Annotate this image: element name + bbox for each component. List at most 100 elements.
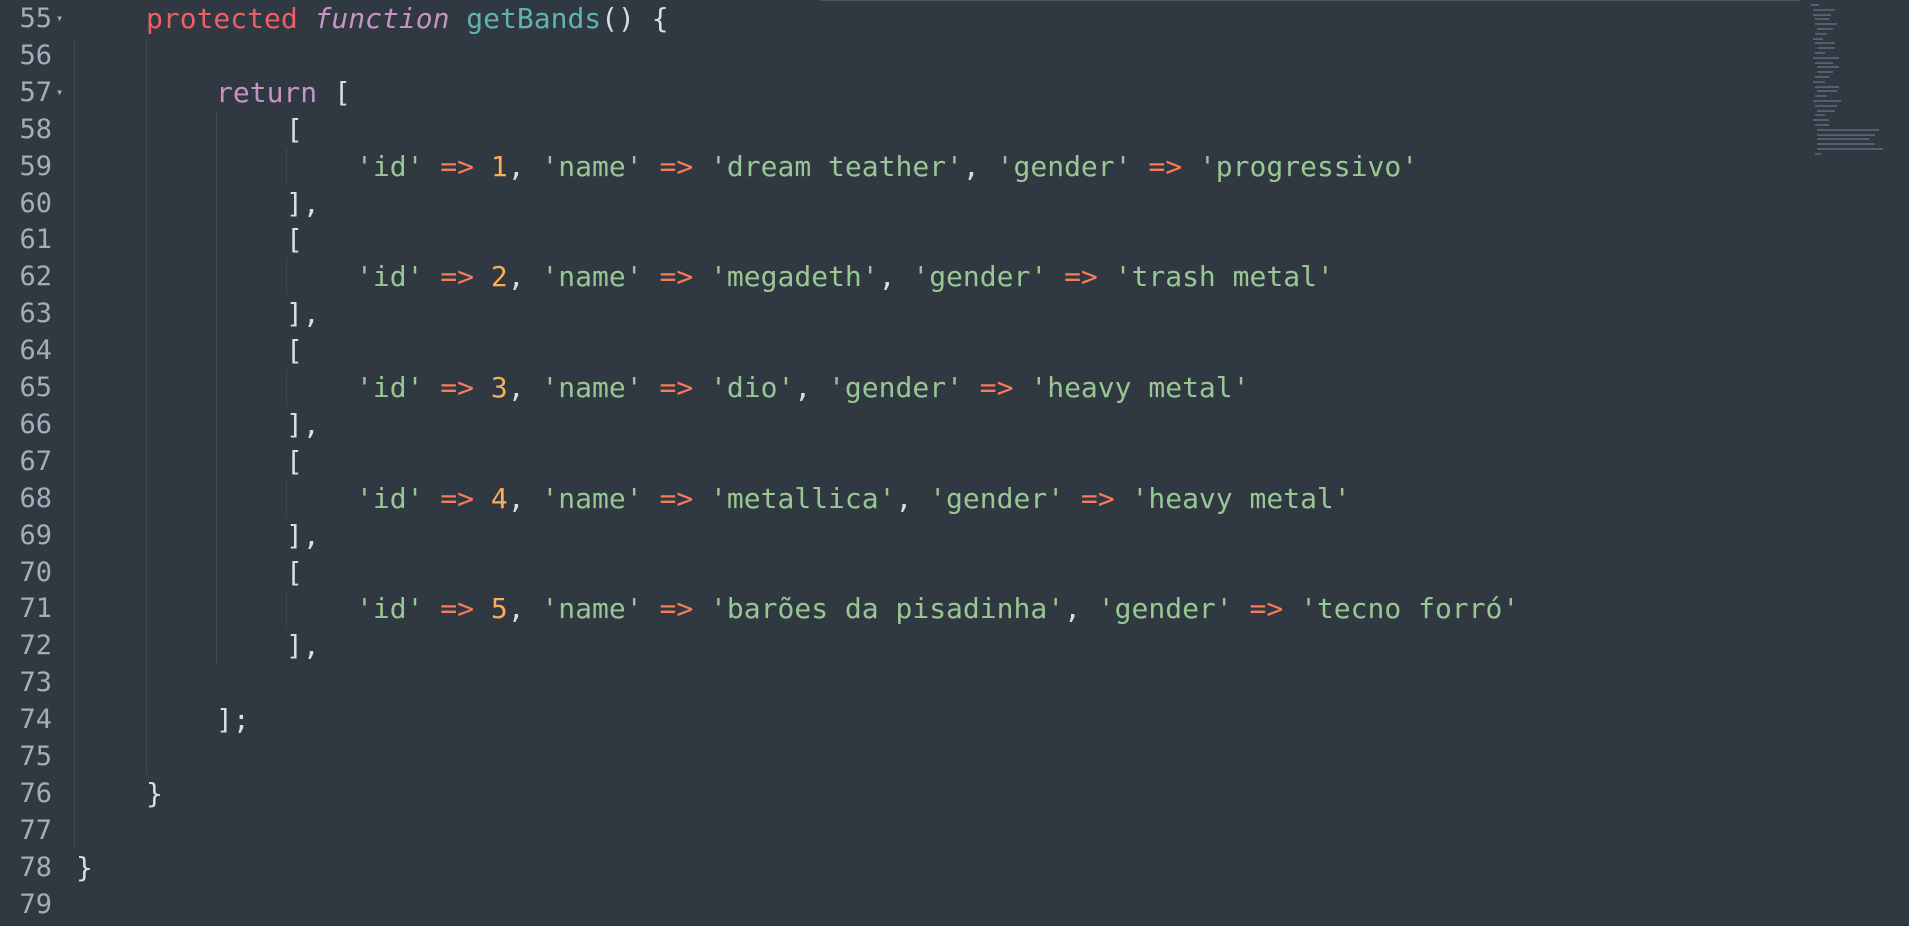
code-token: 'gender' bbox=[929, 481, 1065, 515]
minimap-line bbox=[1817, 66, 1839, 69]
code-line[interactable]: 'id' => 3, 'name' => 'dio', 'gender' => … bbox=[356, 369, 1250, 406]
indent-guide bbox=[286, 258, 287, 296]
code-token: , bbox=[1064, 592, 1098, 626]
code-line[interactable]: ], bbox=[286, 295, 320, 332]
line-number: 69 bbox=[19, 519, 52, 551]
minimap-line bbox=[1817, 148, 1883, 150]
code-line[interactable]: [ bbox=[286, 554, 303, 591]
code-token: } bbox=[76, 850, 93, 884]
code-token: 'gender' bbox=[912, 260, 1048, 294]
code-token: => bbox=[659, 149, 694, 183]
code-token: [ bbox=[286, 223, 303, 257]
minimap-line bbox=[1817, 133, 1875, 136]
line-number: 57 bbox=[19, 76, 52, 108]
code-token: } bbox=[146, 776, 163, 810]
code-line[interactable]: protected function getBands() { bbox=[146, 0, 669, 37]
code-token: , bbox=[878, 260, 913, 294]
code-token: return bbox=[216, 75, 318, 109]
fold-arrow-icon[interactable]: ▾ bbox=[56, 0, 66, 37]
code-line[interactable]: ], bbox=[286, 185, 320, 222]
code-line[interactable]: 'id' => 4, 'name' => 'metallica', 'gende… bbox=[356, 480, 1351, 517]
code-token: [ bbox=[317, 75, 351, 109]
code-token: 3 bbox=[490, 371, 508, 404]
code-token: 'name' bbox=[541, 481, 643, 515]
code-line[interactable]: [ bbox=[286, 111, 303, 148]
code-token: 'metallica' bbox=[710, 481, 896, 515]
code-token: 4 bbox=[490, 481, 508, 515]
code-token: [ bbox=[286, 555, 303, 589]
minimap[interactable] bbox=[1809, 0, 1909, 170]
minimap-line bbox=[1813, 80, 1825, 83]
code-token: => bbox=[1148, 149, 1183, 183]
line-number: 71 bbox=[19, 593, 52, 625]
minimap-line bbox=[1817, 90, 1837, 93]
code-line[interactable]: [ bbox=[286, 332, 303, 369]
minimap-line bbox=[1815, 23, 1837, 26]
code-token: 'id' bbox=[356, 481, 424, 515]
code-line[interactable]: ], bbox=[286, 627, 320, 664]
code-token: 'name' bbox=[541, 592, 643, 626]
code-line[interactable]: } bbox=[146, 775, 163, 812]
minimap-line bbox=[1817, 143, 1875, 146]
code-token: => bbox=[1064, 260, 1098, 294]
code-token: 'id' bbox=[356, 592, 424, 626]
minimap-line bbox=[1813, 56, 1839, 59]
code-line[interactable]: } bbox=[76, 849, 93, 886]
code-token: => bbox=[1249, 592, 1284, 626]
code-line[interactable]: ], bbox=[286, 406, 320, 443]
code-line[interactable]: 'id' => 5, 'name' => 'barões da pisadinh… bbox=[356, 590, 1519, 627]
code-token: 'name' bbox=[541, 260, 643, 294]
code-token: [ bbox=[286, 444, 303, 478]
line-number: 58 bbox=[19, 113, 52, 145]
code-line[interactable]: ]; bbox=[216, 701, 250, 738]
line-number: 60 bbox=[19, 187, 52, 219]
code-token: , bbox=[507, 481, 542, 515]
code-token: => bbox=[440, 481, 475, 515]
line-number: 65 bbox=[19, 372, 52, 403]
minimap-line bbox=[1815, 124, 1829, 126]
line-number: 62 bbox=[19, 261, 52, 293]
code-token: 'id' bbox=[356, 260, 424, 294]
code-token: , bbox=[507, 592, 542, 626]
code-line[interactable]: return [ bbox=[216, 74, 351, 111]
line-number: 67 bbox=[19, 445, 52, 477]
code-token: 2 bbox=[490, 260, 508, 294]
code-token: 'tecno forró' bbox=[1300, 592, 1520, 626]
minimap-line bbox=[1815, 52, 1825, 54]
code-line[interactable]: 'id' => 1, 'name' => 'dream teather', 'g… bbox=[356, 148, 1418, 185]
line-number: 59 bbox=[19, 150, 52, 182]
code-token: 1 bbox=[490, 149, 508, 183]
code-token: 'dio' bbox=[710, 371, 795, 404]
fold-arrow-icon[interactable]: ▾ bbox=[56, 74, 66, 111]
code-line[interactable]: [ bbox=[286, 443, 303, 480]
line-number: 77 bbox=[19, 814, 52, 846]
minimap-line bbox=[1815, 32, 1827, 35]
code-token: => bbox=[440, 260, 475, 294]
code-token: 'dream teather' bbox=[710, 149, 963, 183]
code-line[interactable]: 'id' => 2, 'name' => 'megadeth', 'gender… bbox=[356, 258, 1334, 295]
code-line[interactable]: ], bbox=[286, 517, 320, 554]
code-token: , bbox=[895, 481, 930, 515]
minimap-line bbox=[1815, 85, 1839, 88]
code-line[interactable]: [ bbox=[286, 221, 303, 258]
code-token: 'gender' bbox=[828, 371, 963, 404]
code-token: ], bbox=[286, 407, 320, 441]
code-token: 'megadeth' bbox=[710, 260, 879, 294]
minimap-line bbox=[1817, 109, 1835, 112]
code-area[interactable]: protected function getBands() {return [[… bbox=[74, 0, 1776, 926]
line-number: 73 bbox=[19, 667, 52, 699]
line-number-gutter: 55 ▾ 56 57 ▾ 58 59 60 61 62 63 64 65 66 67 68 69 70 71 72 73… bbox=[0, 0, 74, 926]
line-number: 63 bbox=[19, 298, 52, 330]
code-editor[interactable]: 55 ▾ 56 57 ▾ 58 59 60 61 62 63 64 65 66 67 68 69 70 71 72 73… bbox=[0, 0, 1909, 926]
